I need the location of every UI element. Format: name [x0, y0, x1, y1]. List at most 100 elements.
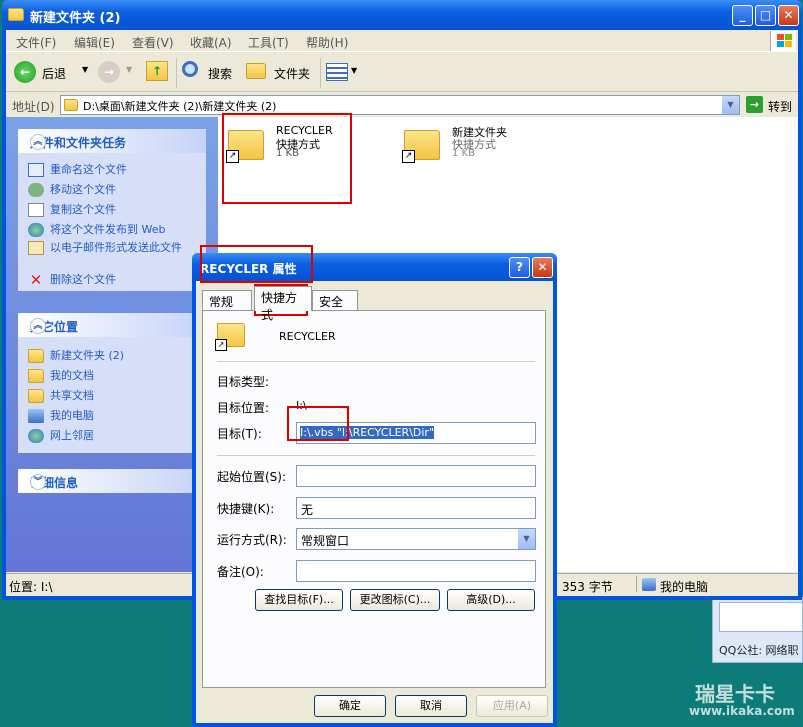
tasks-box: 文件和文件夹任务 ︽ 重命名这个文件 移动这个文件 复制这个文件 将这个文件发布到… [18, 129, 206, 291]
chevron-up-icon[interactable]: ︽ [30, 318, 46, 334]
comment-label: 备注(O): [217, 565, 264, 579]
hotkey-label: 快捷键(K): [217, 502, 275, 516]
target-label: 目标(T): [217, 427, 262, 441]
places-header[interactable]: 其它位置 ︽ [18, 313, 206, 337]
folder-icon [64, 99, 78, 111]
search-icon [182, 61, 198, 77]
address-label: 地址(D) [12, 100, 55, 114]
target-type-label: 目标类型: [217, 375, 270, 389]
views-icon [326, 63, 348, 81]
menu-bar: 文件(F) 编辑(E) 查看(V) 收藏(A) 工具(T) 帮助(H) [6, 30, 798, 52]
ok-button[interactable]: 确定 [314, 695, 386, 717]
folder-icon [8, 8, 24, 21]
maximize-button[interactable]: □ [755, 5, 776, 26]
explorer-titlebar[interactable]: 新建文件夹 (2) _ □ ✕ [2, 0, 802, 30]
menu-view[interactable]: 查看(V) [132, 34, 174, 51]
back-button[interactable]: ← 后退 ▼ [14, 61, 94, 85]
chevron-up-icon[interactable]: ︽ [30, 134, 46, 150]
status-location: 位置: I:\ [9, 580, 53, 594]
tab-security[interactable]: 安全 [312, 290, 358, 311]
task-delete[interactable]: ✕ 删除这个文件 [28, 271, 116, 289]
address-input[interactable]: D:\桌面\新建文件夹 (2)\新建文件夹 (2) ▼ [60, 95, 740, 115]
apply-button[interactable]: 应用(A) [476, 695, 548, 717]
places-box: 其它位置 ︽ 新建文件夹 (2) 我的文档 共享文档 我的电脑 网上邻居 [18, 313, 206, 453]
highlight-dialog-title [200, 245, 313, 283]
tasks-header[interactable]: 文件和文件夹任务 ︽ [18, 129, 206, 153]
task-copy[interactable]: 复制这个文件 [28, 201, 116, 217]
task-pane: 文件和文件夹任务 ︽ 重命名这个文件 移动这个文件 复制这个文件 将这个文件发布到… [6, 117, 218, 572]
chevron-down-icon[interactable]: ▼ [518, 529, 535, 549]
task-email[interactable]: 以电子邮件形式发送此文件 [28, 241, 198, 255]
place-my-computer[interactable]: 我的电脑 [28, 407, 94, 423]
start-in-input[interactable] [296, 465, 536, 487]
forward-arrow-icon[interactable]: → [98, 61, 120, 83]
watermark: 瑞星卡卡 www.ikaka.com [665, 676, 803, 727]
email-icon [28, 241, 44, 255]
delete-icon: ✕ [29, 271, 43, 289]
task-move[interactable]: 移动这个文件 [28, 181, 116, 197]
views-button[interactable]: ▼ [326, 63, 360, 83]
rename-icon [28, 163, 44, 177]
chevron-down-icon[interactable]: ︾ [30, 474, 46, 490]
folders-label: 文件夹 [274, 67, 311, 81]
change-icon-button[interactable]: 更改图标(C)... [350, 589, 440, 611]
place-my-documents[interactable]: 我的文档 [28, 367, 94, 383]
properties-dialog: RECYCLER 属性 ? ✕ 常规 快捷方式 安全 ↗ RECYCLER 目标… [192, 253, 557, 727]
start-in-label: 起始位置(S): [217, 470, 287, 484]
back-label: 后退 [42, 67, 67, 81]
menu-help[interactable]: 帮助(H) [306, 34, 348, 51]
highlight-recycler-file [222, 113, 352, 204]
shortcut-arrow-icon: ↗ [402, 150, 415, 163]
qq-panel: QQ公社: 网络职 [712, 597, 803, 663]
folders-button[interactable]: 文件夹 [246, 61, 320, 85]
find-target-button[interactable]: 查找目标(F)... [255, 589, 343, 611]
place-shared-documents[interactable]: 共享文档 [28, 387, 94, 403]
shortcut-arrow-icon: ↗ [215, 339, 227, 351]
run-label: 运行方式(R): [217, 533, 287, 547]
tab-general[interactable]: 常规 [202, 290, 252, 311]
task-rename[interactable]: 重命名这个文件 [28, 161, 127, 177]
minimize-button[interactable]: _ [732, 5, 753, 26]
back-arrow-icon: ← [14, 61, 36, 83]
target-location-label: 目标位置: [217, 401, 270, 415]
place-network[interactable]: 网上邻居 [28, 427, 94, 443]
help-button[interactable]: ? [509, 257, 530, 278]
watermark-logo: 瑞星卡卡 [695, 682, 775, 706]
search-button[interactable]: 搜索 [182, 61, 242, 85]
details-header[interactable]: 详细信息 ︾ [18, 469, 206, 493]
up-folder-icon[interactable]: ↑ [146, 61, 168, 81]
address-value: D:\桌面\新建文件夹 (2)\新建文件夹 (2) [83, 100, 277, 113]
menu-tools[interactable]: 工具(T) [248, 34, 289, 51]
copy-icon [28, 203, 44, 217]
file-item-folder[interactable]: ↗ 新建文件夹 快捷方式 1 KB [400, 124, 520, 172]
shortcut-tab-panel: ↗ RECYCLER 目标类型: 目标位置: I:\ 目标(T): I:\.vb… [202, 310, 546, 688]
computer-icon [28, 409, 44, 423]
chevron-down-icon: ▼ [351, 66, 358, 75]
close-button[interactable]: ✕ [532, 257, 553, 278]
dialog-body: 常规 快捷方式 安全 ↗ RECYCLER 目标类型: 目标位置: I:\ 目标… [196, 281, 553, 723]
run-select[interactable]: 常规窗口 ▼ [296, 528, 536, 550]
go-arrow-icon: → [746, 96, 763, 113]
go-label: 转到 [768, 100, 793, 114]
comment-input[interactable] [296, 560, 536, 582]
task-publish[interactable]: 将这个文件发布到 Web [28, 221, 165, 237]
details-box: 详细信息 ︾ [18, 469, 206, 493]
menu-favorites[interactable]: 收藏(A) [190, 34, 232, 51]
tab-shortcut[interactable]: 快捷方式 [254, 286, 312, 322]
status-size: 353 字节 [562, 580, 613, 594]
close-button[interactable]: ✕ [778, 5, 799, 26]
file-size: 1 KB [452, 148, 475, 159]
go-button[interactable]: → 转到 [746, 95, 796, 115]
hotkey-input[interactable]: 无 [296, 497, 536, 519]
cancel-button[interactable]: 取消 [395, 695, 467, 717]
advanced-button[interactable]: 高级(D)... [447, 589, 535, 611]
documents-icon [28, 369, 44, 383]
menu-file[interactable]: 文件(F) [16, 34, 56, 51]
network-icon [28, 429, 44, 443]
run-value: 常规窗口 [301, 534, 350, 548]
place-folder[interactable]: 新建文件夹 (2) [28, 347, 124, 363]
qq-text: QQ公社: 网络职 [719, 644, 799, 657]
chevron-down-icon[interactable]: ▼ [722, 96, 739, 114]
status-computer: 我的电脑 [660, 580, 709, 594]
menu-edit[interactable]: 编辑(E) [74, 34, 115, 51]
